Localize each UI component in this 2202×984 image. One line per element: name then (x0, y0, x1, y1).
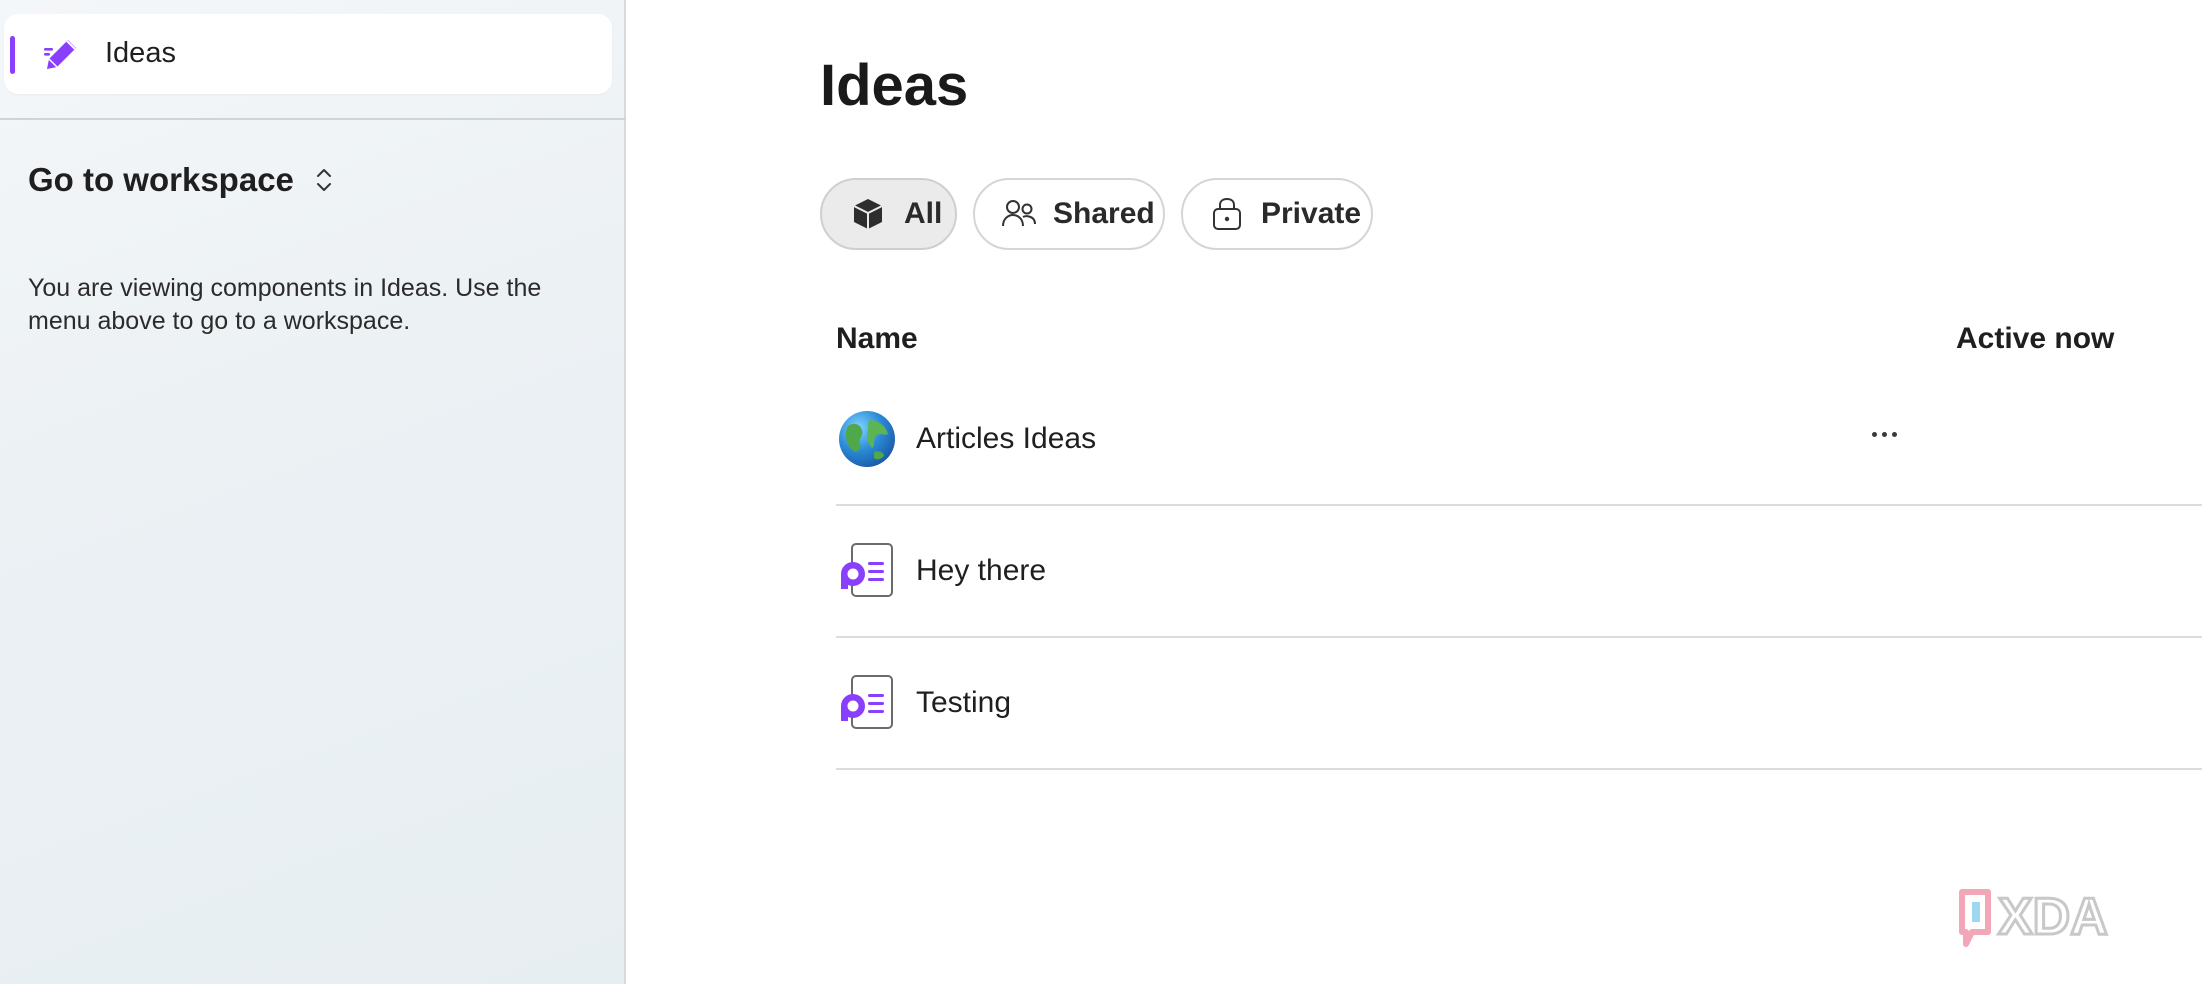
pen-icon (44, 40, 76, 69)
loop-page-icon (841, 675, 893, 729)
sidebar-info-text: You are viewing components in Ideas. Use… (28, 274, 542, 335)
column-header-name[interactable]: Name (836, 322, 918, 356)
page-title: Ideas (820, 53, 969, 118)
filter-private-label: Private (1261, 197, 1362, 230)
sidebar-item-label: Ideas (105, 37, 176, 69)
globe-icon (839, 411, 895, 467)
filter-all-label: All (904, 197, 943, 230)
list-item[interactable]: Articles Ideas (836, 374, 2202, 506)
divider (0, 118, 626, 120)
workspace-switcher-label: Go to workspace (28, 161, 294, 198)
list-item[interactable]: Testing (836, 638, 2202, 770)
watermark-text: XDA (1998, 888, 2108, 946)
lock-icon (1213, 197, 1241, 230)
filter-all-button[interactable]: All (820, 178, 957, 250)
item-name: Articles Ideas (916, 422, 1097, 455)
more-dot (1871, 431, 1877, 437)
more-dot (1891, 431, 1897, 437)
loop-page-icon (841, 543, 893, 597)
more-dot (1881, 431, 1887, 437)
sidebar-item-ideas[interactable]: Ideas (4, 14, 612, 94)
active-indicator (10, 36, 15, 74)
filter-shared-button[interactable]: Shared (973, 178, 1165, 250)
chevron-up-down-icon (316, 169, 331, 191)
column-header-active-now[interactable]: Active now (1956, 322, 2114, 356)
item-name: Hey there (916, 554, 1047, 587)
component-list: Articles Ideas Hey there Testing (836, 374, 2202, 770)
filter-private-button[interactable]: Private (1181, 178, 1373, 250)
sidebar: Ideas Go to workspace You are viewing co… (0, 0, 626, 984)
people-icon (1002, 200, 1036, 227)
item-name: Testing (916, 686, 1012, 719)
workspace-switcher[interactable]: Go to workspace (28, 158, 336, 202)
filter-shared-label: Shared (1053, 197, 1155, 230)
xda-watermark-logo: XDA (1959, 887, 2109, 948)
more-options-button[interactable] (1858, 414, 1910, 454)
cube-icon (853, 199, 883, 229)
list-item[interactable]: Hey there (836, 506, 2202, 638)
